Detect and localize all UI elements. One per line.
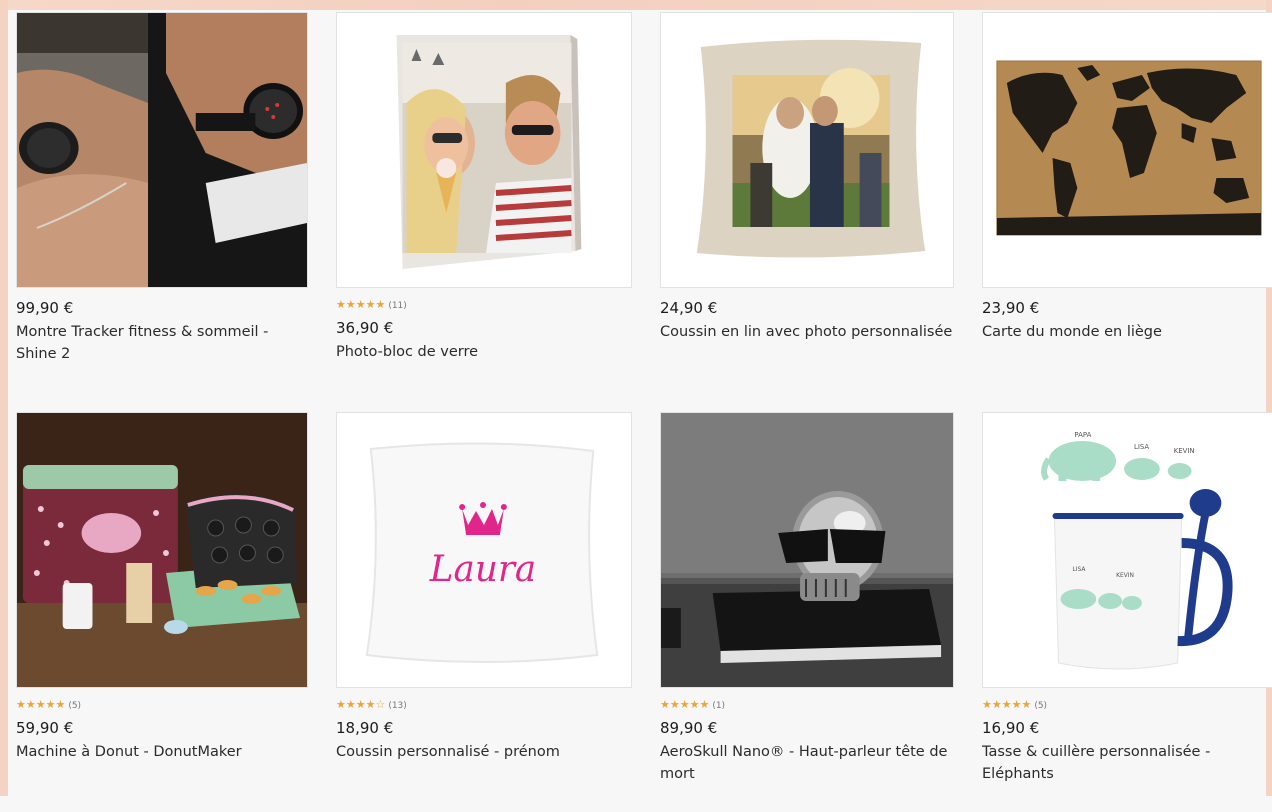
product-image-elephant-mug[interactable]: PAPA LISA KEVIN LISA KEVIN [982, 412, 1272, 688]
cushion-name-text: Laura [429, 549, 536, 590]
product-price: 23,90 € [982, 299, 1040, 317]
rating-count: (1) [712, 701, 726, 711]
name-cushion-photo: Laura [337, 413, 631, 687]
page-top-border [0, 0, 1272, 10]
rating-stars: ★★★★★ (5) [16, 698, 82, 711]
glass-photo-block-photo [337, 13, 631, 287]
product-price: 59,90 € [16, 719, 74, 737]
rating-stars: ★★★★☆ (13) [336, 698, 407, 711]
product-price: 89,90 € [660, 719, 718, 737]
product-card[interactable]: PAPA LISA KEVIN LISA KEVIN ★★★★★ (5) 16,9… [982, 412, 1272, 812]
linen-photo-cushion-photo [661, 13, 953, 287]
product-price: 99,90 € [16, 299, 74, 317]
page-left-border [0, 0, 8, 796]
rating-stars: ★★★★★ (1) [660, 698, 726, 711]
product-title[interactable]: Carte du monde en liège [982, 321, 1272, 343]
product-card[interactable]: 24,90 € Coussin en lin avec photo person… [660, 12, 954, 412]
cork-world-map-photo [983, 13, 1272, 287]
svg-text:KEVIN: KEVIN [1116, 572, 1134, 579]
product-grid: 99,90 € Montre Tracker fitness & sommeil… [16, 12, 1272, 812]
product-card[interactable]: Laura ★★★★☆ (13) 18,90 € Coussin personna… [336, 412, 632, 812]
product-price: 36,90 € [336, 319, 394, 337]
skull-speaker-photo [661, 413, 953, 687]
product-image-name-cushion[interactable]: Laura [336, 412, 632, 688]
product-image-donut-maker[interactable] [16, 412, 308, 688]
rating-stars: ★★★★★ (11) [336, 298, 407, 311]
svg-text:KEVIN: KEVIN [1174, 447, 1195, 455]
product-title[interactable]: AeroSkull Nano® - Haut-parleur tête de m… [660, 741, 954, 785]
product-card[interactable]: ★★★★★ (1) 89,90 € AeroSkull Nano® - Haut-… [660, 412, 954, 812]
rating-count: (5) [68, 701, 82, 711]
product-card[interactable]: ★★★★★ (5) 59,90 € Machine à Donut - Donut… [16, 412, 308, 812]
product-price: 16,90 € [982, 719, 1040, 737]
product-price: 18,90 € [336, 719, 394, 737]
product-image-cork-map[interactable] [982, 12, 1272, 288]
elephant-mug-photo: PAPA LISA KEVIN LISA KEVIN [983, 413, 1272, 687]
donut-maker-photo [17, 413, 307, 687]
product-image-fitness-tracker[interactable] [16, 12, 308, 288]
product-card[interactable]: 23,90 € Carte du monde en liège [982, 12, 1272, 412]
rating-stars: ★★★★★ (5) [982, 698, 1048, 711]
product-title[interactable]: Coussin en lin avec photo personnalisée [660, 321, 954, 343]
product-title[interactable]: Coussin personnalisé - prénom [336, 741, 632, 763]
product-title[interactable]: Machine à Donut - DonutMaker [16, 741, 308, 763]
product-title[interactable]: Tasse & cuillère personnalisée - Eléphan… [982, 741, 1272, 785]
product-image-photo-block[interactable] [336, 12, 632, 288]
product-price: 24,90 € [660, 299, 718, 317]
product-card[interactable]: 99,90 € Montre Tracker fitness & sommeil… [16, 12, 308, 412]
product-title[interactable]: Photo-bloc de verre [336, 341, 632, 363]
product-title[interactable]: Montre Tracker fitness & sommeil - Shine… [16, 321, 308, 365]
rating-count: (5) [1034, 701, 1048, 711]
svg-text:LISA: LISA [1134, 443, 1149, 451]
svg-text:LISA: LISA [1072, 566, 1086, 573]
svg-text:PAPA: PAPA [1074, 431, 1091, 439]
product-card[interactable]: ★★★★★ (11) 36,90 € Photo-bloc de verre [336, 12, 632, 412]
product-image-skull-speaker[interactable] [660, 412, 954, 688]
product-image-linen-cushion[interactable] [660, 12, 954, 288]
fitness-tracker-photo [17, 13, 307, 287]
rating-count: (11) [388, 301, 407, 311]
rating-count: (13) [388, 701, 407, 711]
